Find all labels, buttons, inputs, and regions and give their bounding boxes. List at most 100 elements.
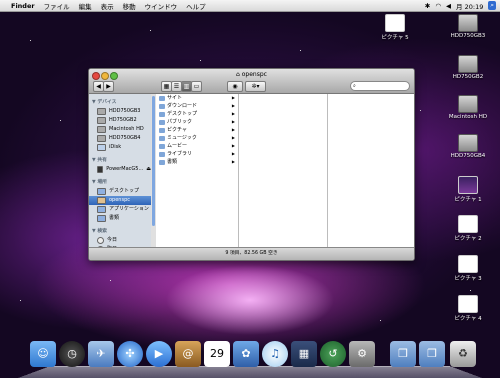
ichat-icon[interactable]: ▶ [146,341,172,367]
documents-folder-icon[interactable]: ❐ [419,341,445,367]
list-item[interactable]: ピクチャ ▶ [156,126,238,134]
column-3[interactable] [328,94,414,248]
sidebar-item-hdd750gb3[interactable]: HDD750GB3 [89,107,151,116]
list-item[interactable]: 書類 ▶ [156,158,238,166]
finder-icon[interactable]: ☺ [30,341,56,367]
sidebar-item-label: アプリケーション [109,206,149,212]
sidebar-item-applications[interactable]: アプリケーション [89,205,151,214]
applications-folder-icon [97,206,106,213]
forward-button[interactable]: ▶ [103,81,114,92]
list-item[interactable]: デスクトップ ▶ [156,110,238,118]
sidebar-item-hdd750gb4[interactable]: HDD750GB4 [89,134,151,143]
desktop-icon-picture3[interactable]: ピクチャ 3 [441,255,495,282]
scrollbar-thumb[interactable] [152,96,155,226]
list-item[interactable]: パブリック ▶ [156,118,238,126]
disclosure-arrow-icon: ▶ [231,111,235,116]
column-2[interactable] [239,94,328,248]
sidebar-item-openspc[interactable]: openspc [89,196,151,205]
menu-finder[interactable]: Finder [11,2,35,10]
sidebar-item-label: PowerMacG5... [106,166,144,172]
picture-icon [458,215,478,233]
sidebar-item-documents[interactable]: 書類 [89,214,151,223]
folder-label: ダウンロード [167,103,198,109]
menu-go[interactable]: 移動 [123,1,136,11]
folder-icon [159,103,165,109]
sidebar-item-label: 書類 [109,215,120,221]
safari-icon[interactable]: ✣ [117,341,143,367]
sidebar-item-label: Macintosh HD [109,126,144,132]
folder-label: デスクトップ [167,111,198,117]
list-item[interactable]: サイト ▶ [156,94,238,102]
menu-view[interactable]: 表示 [101,1,114,11]
spotlight-icon[interactable]: ⌕ [488,1,496,10]
desktop-icon-picture1[interactable]: ピクチャ 1 [441,176,495,203]
sidebar-item-idisk[interactable]: iDisk [89,143,151,152]
desktop-icon-picture2[interactable]: ピクチャ 2 [441,215,495,242]
menu-window[interactable]: ウインドウ [145,1,178,11]
preferences-icon[interactable]: ⚙ [349,341,375,367]
desktop-folder-icon [97,188,106,195]
desktop-icon-hdd750gb3[interactable]: HDD750GB3 [441,14,495,39]
column-1: サイト ▶ ダウンロード ▶ デスクトップ ▶ パブリック ▶ ピクチャ ▶ ミュージック… [156,94,239,248]
sidebar-item-desktop[interactable]: デスクトップ [89,187,151,196]
hard-drive-icon [97,126,106,133]
hard-drive-icon [458,55,478,73]
sidebar-item-today[interactable]: 今日 [89,236,151,245]
wifi-icon[interactable]: ◠ [435,2,441,10]
sidebar-item-label: openspc [109,197,131,203]
list-item[interactable]: ダウンロード ▶ [156,102,238,110]
search-icon: ⌕ [353,83,356,89]
sidebar-item-label: デスクトップ [109,188,140,194]
dashboard-icon[interactable]: ◷ [59,341,85,367]
itunes-icon[interactable]: ♫ [262,341,288,367]
applications-folder-icon[interactable]: ❐ [390,341,416,367]
coverflow-view-button[interactable]: ▭ [191,81,202,92]
folder-label: ムービー [167,143,188,149]
list-item[interactable]: ミュージック ▶ [156,134,238,142]
window-titlebar[interactable]: ⌂ openspc ◀ ▶ ▦ ☰ ▥ ▭ ◉ ✲▾ ⌕ [89,69,414,94]
sidebar-item-powermacg5[interactable]: PowerMacG5... ⏏ [89,165,151,174]
desktop-icon-label: HDD750GB3 [450,33,486,39]
sidebar-header-places: ▼ 場所 [92,180,107,185]
folder-label: ピクチャ [167,127,187,133]
picture-icon [385,14,405,32]
bluetooth-icon[interactable]: ✱ [425,2,430,10]
folder-icon [159,119,165,125]
menu-help[interactable]: ヘルプ [186,1,206,11]
hard-drive-icon [458,95,478,113]
search-field[interactable]: ⌕ [350,81,410,91]
disclosure-arrow-icon: ▶ [231,143,235,148]
hard-drive-icon [97,117,106,124]
picture-icon [458,295,478,313]
action-gear-icon[interactable]: ✲▾ [245,81,266,92]
desktop-icon-macintosh-hd[interactable]: Macintosh HD [441,95,495,120]
trash-icon[interactable]: ♻ [450,341,476,367]
iphoto-icon[interactable]: ✿ [233,341,259,367]
sidebar-item-hd750gb2[interactable]: HD750GB2 [89,116,151,125]
desktop-icon-picture5[interactable]: ピクチャ 5 [368,14,422,41]
mail-icon[interactable]: ✈ [88,341,114,367]
quicklook-eye-icon[interactable]: ◉ [227,81,243,92]
list-item[interactable]: ライブラリ ▶ [156,150,238,158]
sidebar-item-macintosh-hd[interactable]: Macintosh HD [89,125,151,134]
list-item[interactable]: ムービー ▶ [156,142,238,150]
disclosure-arrow-icon: ▶ [231,135,235,140]
menu-file[interactable]: ファイル [44,1,70,11]
desktop-icon-label: ピクチャ 1 [454,197,482,203]
desktop-icon-hdd750gb4[interactable]: HDD750GB4 [441,134,495,159]
desktop-icon-hd750gb2[interactable]: HD750GB2 [441,55,495,80]
menu-edit[interactable]: 編集 [79,1,92,11]
sidebar-header-shared: ▼ 共有 [92,158,107,163]
desktop-icon-picture4[interactable]: ピクチャ 4 [441,295,495,322]
timemachine-icon[interactable]: ↺ [320,341,346,367]
addressbook-icon[interactable]: @ [175,341,201,367]
finder-window: ⌂ openspc ◀ ▶ ▦ ☰ ▥ ▭ ◉ ✲▾ ⌕ ▼ デバイス HDD7… [88,68,415,261]
sidebar-item-label: iDisk [109,144,122,150]
volume-icon[interactable]: ◀ [446,2,451,10]
desktop-icon-label: ピクチャ 2 [454,236,482,242]
ical-icon[interactable]: 29 [204,341,230,367]
spaces-icon[interactable]: ▦ [291,341,317,367]
picture-icon [458,176,478,194]
clock-text[interactable]: 月 20:19 [456,1,483,11]
folder-label: 書類 [167,159,178,165]
